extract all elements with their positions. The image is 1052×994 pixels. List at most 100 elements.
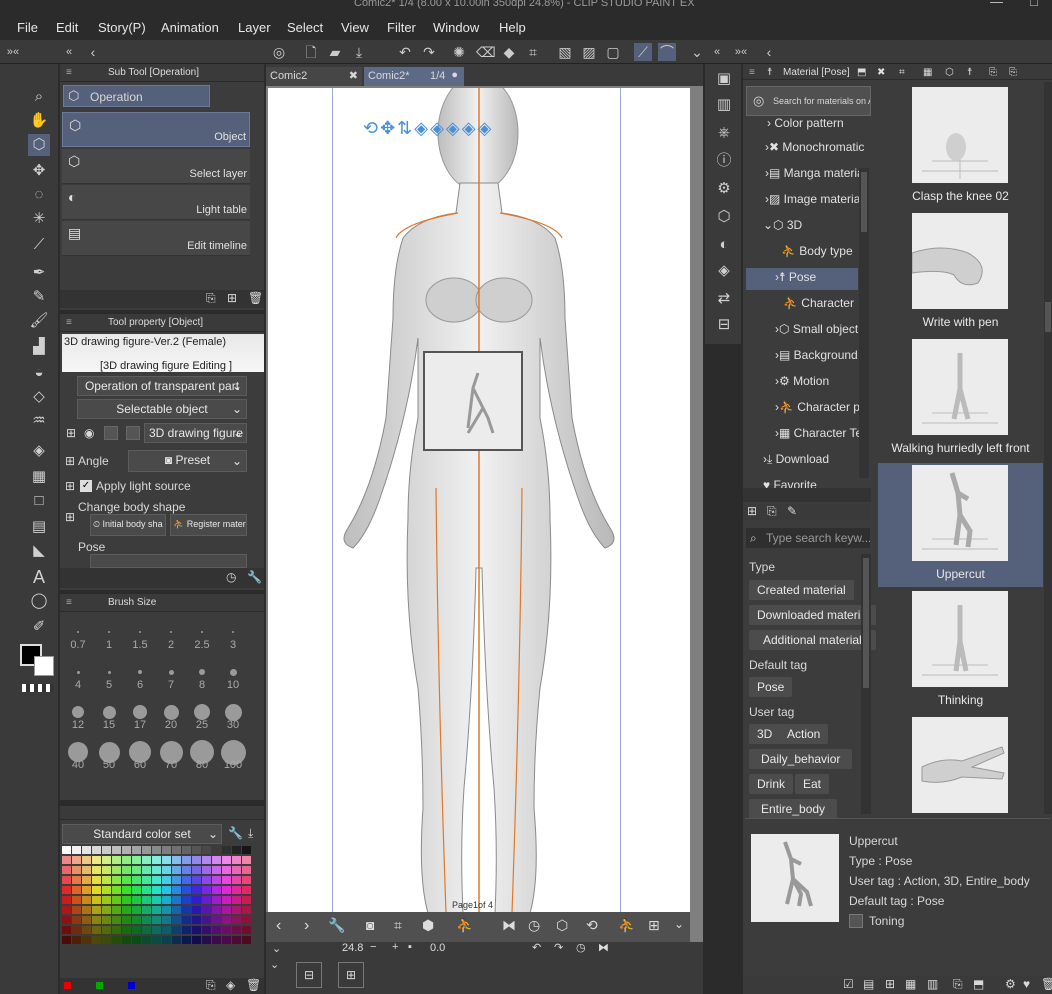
color-swatch[interactable]	[132, 916, 141, 924]
chevron-down-icon[interactable]: ⌄	[674, 917, 684, 931]
tag-3d[interactable]: 3D	[749, 724, 781, 744]
collapse-left-icon[interactable]: »«	[4, 43, 22, 61]
color-swatch[interactable]	[152, 846, 161, 854]
color-swatch[interactable]	[142, 846, 151, 854]
brush-size-12[interactable]	[72, 706, 84, 718]
color-swatch[interactable]	[112, 916, 121, 924]
menu-story[interactable]: Story(P)	[98, 20, 146, 35]
material-uppercut[interactable]	[912, 465, 1008, 561]
color-swatch[interactable]	[102, 926, 111, 934]
apply-light-checkbox[interactable]: ✓	[80, 480, 92, 492]
color-swatch[interactable]	[122, 896, 131, 904]
color-swatch[interactable]	[172, 896, 181, 904]
color-swatch[interactable]	[162, 846, 171, 854]
tree-character[interactable]: ⛹ Character	[783, 296, 854, 310]
color-swatch[interactable]	[102, 866, 111, 874]
color-swatch[interactable]	[102, 936, 111, 944]
color-swatch[interactable]	[92, 896, 101, 904]
color-swatch[interactable]	[152, 896, 161, 904]
color-swatch[interactable]	[62, 906, 71, 914]
color-swatch[interactable]	[212, 906, 221, 914]
color-swatch[interactable]	[82, 906, 91, 914]
menu-help[interactable]: Help	[499, 20, 526, 35]
color-swatch[interactable]	[202, 856, 211, 864]
color-swatch[interactable]	[132, 926, 141, 934]
zoom-value[interactable]: 24.8	[342, 942, 363, 954]
color-swatch[interactable]	[72, 926, 81, 934]
tab-comic2[interactable]: Comic2 ✖	[266, 67, 362, 86]
color-swatch[interactable]	[142, 936, 151, 944]
color-swatch[interactable]	[192, 876, 201, 884]
color-swatch[interactable]	[82, 936, 91, 944]
tree-background[interactable]: ›▤ Background	[775, 348, 858, 362]
layer-property-icon[interactable]: ⬡	[713, 206, 735, 228]
prev-icon[interactable]: ‹	[276, 917, 281, 935]
color-swatch[interactable]	[102, 856, 111, 864]
settings-icon[interactable]: ⚙	[1005, 977, 1016, 991]
zoom-icon[interactable]: ⌕	[28, 86, 50, 108]
color-swatch[interactable]	[82, 886, 91, 894]
color-swatch[interactable]	[182, 936, 191, 944]
color-swatch[interactable]	[232, 916, 241, 924]
grid-icon[interactable]: ⌗	[899, 67, 905, 78]
color-swatch[interactable]	[212, 896, 221, 904]
search-assets-button[interactable]: ◎ Search for materials on AS	[746, 86, 871, 116]
color-swatch[interactable]	[172, 866, 181, 874]
view-small-icon[interactable]: ▦	[905, 977, 916, 991]
decoration-icon[interactable]: ◒	[28, 362, 50, 384]
color-swatch[interactable]	[212, 876, 221, 884]
tab-comic2-active[interactable]: Comic2* 1/4 ●	[364, 67, 464, 86]
ruler-icon[interactable]: ◣	[28, 540, 50, 562]
airbrush-icon[interactable]: ▟	[28, 336, 50, 358]
operation-icon[interactable]: ⬡	[28, 134, 50, 156]
preset-dropdown[interactable]: ◙ Preset ⌄	[128, 450, 247, 472]
color-swatch[interactable]	[142, 856, 151, 864]
tag-action[interactable]: Action	[779, 724, 829, 744]
blend-icon[interactable]: ♒	[28, 410, 50, 432]
timeline-button[interactable]: ⊟	[296, 962, 322, 988]
color-swatch[interactable]	[102, 916, 111, 924]
pose-icon[interactable]: ⛹	[456, 917, 473, 934]
color-swatch[interactable]	[222, 866, 231, 874]
color-swatch[interactable]	[222, 886, 231, 894]
tree-character-te[interactable]: ›▦ Character Te	[775, 426, 859, 440]
color-swatch[interactable]	[192, 926, 201, 934]
chevron-left-2-icon[interactable]: ‹	[760, 43, 778, 61]
color-swatch[interactable]	[92, 846, 101, 854]
color-swatch[interactable]	[192, 856, 201, 864]
color-swatch[interactable]	[82, 896, 91, 904]
color-swatch[interactable]	[112, 886, 121, 894]
color-swatch[interactable]	[222, 916, 231, 924]
color-swatch[interactable]	[132, 866, 141, 874]
fill-color-icon[interactable]: ◈	[226, 978, 235, 992]
color-swatch[interactable]	[112, 876, 121, 884]
color-swatch[interactable]	[72, 876, 81, 884]
brush-size-5[interactable]	[107, 670, 111, 674]
new-file-icon[interactable]: 🗋	[302, 43, 320, 61]
tree-hscroll[interactable]	[743, 488, 871, 502]
color-swatch[interactable]	[242, 856, 251, 864]
brush-size-3[interactable]	[232, 631, 234, 633]
material-scrollbar[interactable]	[1044, 82, 1052, 814]
trash-icon[interactable]: 🗑	[246, 978, 261, 992]
color-swatch[interactable]	[122, 856, 131, 864]
snap-special-ruler-icon[interactable]: ⌒	[658, 43, 676, 61]
color-swatch[interactable]	[162, 876, 171, 884]
reset-icon[interactable]: ◷	[528, 917, 540, 934]
color-swatch[interactable]	[182, 866, 191, 874]
brush-size-15[interactable]	[102, 705, 116, 719]
color-swatch[interactable]	[62, 936, 71, 944]
camera-icon[interactable]: ◙	[366, 917, 374, 933]
color-swatch[interactable]	[142, 916, 151, 924]
tag-scrollbar[interactable]	[861, 554, 871, 814]
navigator-button[interactable]: ⊞	[338, 962, 364, 988]
menu-animation[interactable]: Animation	[161, 20, 219, 35]
brush-size-1[interactable]	[108, 631, 110, 633]
angle-value[interactable]: 0.0	[430, 942, 445, 954]
balloon-icon[interactable]: ◯	[28, 590, 50, 612]
light-expand-icon[interactable]: ⊞	[65, 479, 75, 493]
minimize-icon[interactable]: —	[990, 0, 1003, 9]
color-swatch[interactable]	[222, 936, 231, 944]
color-swatch[interactable]	[212, 916, 221, 924]
menu-window[interactable]: Window	[433, 20, 479, 35]
